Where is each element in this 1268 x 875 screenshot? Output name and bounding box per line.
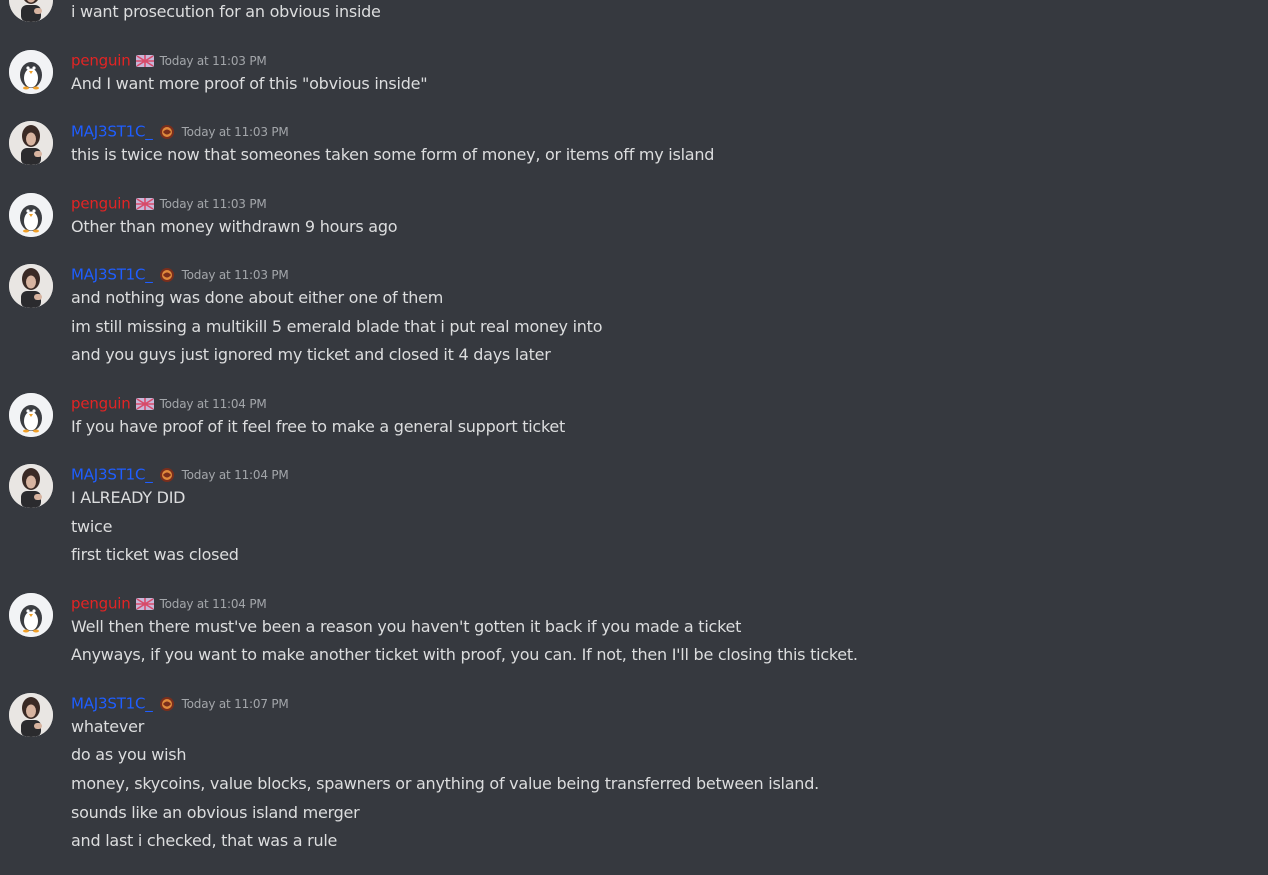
username[interactable]: MAJ3ST1C_ bbox=[71, 695, 153, 713]
woman-avatar-icon[interactable] bbox=[9, 693, 53, 737]
flag-icon bbox=[135, 196, 155, 212]
username[interactable]: penguin bbox=[71, 195, 131, 213]
message-text: If you have proof of it feel free to mak… bbox=[71, 417, 566, 436]
message-text: im still missing a multikill 5 emerald b… bbox=[71, 317, 603, 336]
flag-icon bbox=[135, 396, 155, 412]
username[interactable]: penguin bbox=[71, 52, 131, 70]
globe-badge-icon bbox=[157, 467, 177, 483]
chat-message-list[interactable]: i want prosecution for an obvious inside… bbox=[0, 0, 1268, 875]
message-header: penguin Today at 11:04 PM bbox=[71, 393, 267, 413]
globe-badge-icon bbox=[157, 267, 177, 283]
timestamp: Today at 11:04 PM bbox=[159, 596, 267, 611]
message-text: twice bbox=[71, 517, 113, 536]
globe-badge-icon bbox=[157, 124, 177, 140]
message-text: do as you wish bbox=[71, 745, 187, 764]
message-header: penguin Today at 11:04 PM bbox=[71, 593, 267, 613]
woman-avatar-icon[interactable] bbox=[9, 464, 53, 508]
globe-badge-icon bbox=[157, 696, 177, 712]
message-header: penguin Today at 11:03 PM bbox=[71, 50, 267, 70]
message-text: and nothing was done about either one of… bbox=[71, 288, 444, 307]
message-text: Well then there must've been a reason yo… bbox=[71, 617, 742, 636]
penguin-avatar-icon[interactable] bbox=[9, 593, 53, 637]
timestamp: Today at 11:07 PM bbox=[181, 696, 289, 711]
flag-icon bbox=[135, 596, 155, 612]
username[interactable]: penguin bbox=[71, 595, 131, 613]
username[interactable]: MAJ3ST1C_ bbox=[71, 123, 153, 141]
message-text: money, skycoins, value blocks, spawners … bbox=[71, 774, 819, 793]
timestamp: Today at 11:04 PM bbox=[181, 467, 289, 482]
message-text: Anyways, if you want to make another tic… bbox=[71, 645, 858, 664]
message-header: penguin Today at 11:03 PM bbox=[71, 193, 267, 213]
message-text: and you guys just ignored my ticket and … bbox=[71, 345, 551, 364]
timestamp: Today at 11:04 PM bbox=[159, 396, 267, 411]
message-header: MAJ3ST1C_ Today at 11:03 PM bbox=[71, 121, 289, 141]
message-text: sounds like an obvious island merger bbox=[71, 803, 360, 822]
flag-icon bbox=[135, 53, 155, 69]
woman-avatar-icon[interactable] bbox=[9, 121, 53, 165]
message-text: first ticket was closed bbox=[71, 545, 239, 564]
message-header: MAJ3ST1C_ Today at 11:03 PM bbox=[71, 264, 289, 284]
timestamp: Today at 11:03 PM bbox=[159, 196, 267, 211]
woman-avatar-icon[interactable] bbox=[9, 264, 53, 308]
penguin-avatar-icon[interactable] bbox=[9, 393, 53, 437]
message-header: MAJ3ST1C_ Today at 11:04 PM bbox=[71, 464, 289, 484]
penguin-avatar-icon[interactable] bbox=[9, 193, 53, 237]
message-header: MAJ3ST1C_ Today at 11:07 PM bbox=[71, 693, 289, 713]
message-text: and last i checked, that was a rule bbox=[71, 831, 338, 850]
username[interactable]: penguin bbox=[71, 395, 131, 413]
woman-avatar-icon[interactable] bbox=[9, 0, 53, 22]
timestamp: Today at 11:03 PM bbox=[159, 53, 267, 68]
timestamp: Today at 11:03 PM bbox=[181, 267, 289, 282]
username[interactable]: MAJ3ST1C_ bbox=[71, 466, 153, 484]
username[interactable]: MAJ3ST1C_ bbox=[71, 266, 153, 284]
message-text: I ALREADY DID bbox=[71, 488, 186, 507]
message-text: And I want more proof of this "obvious i… bbox=[71, 74, 428, 93]
message-text: whatever bbox=[71, 717, 145, 736]
message-text: i want prosecution for an obvious inside bbox=[71, 2, 381, 21]
message-text: this is twice now that someones taken so… bbox=[71, 145, 715, 164]
timestamp: Today at 11:03 PM bbox=[181, 124, 289, 139]
message-text: Other than money withdrawn 9 hours ago bbox=[71, 217, 398, 236]
penguin-avatar-icon[interactable] bbox=[9, 50, 53, 94]
